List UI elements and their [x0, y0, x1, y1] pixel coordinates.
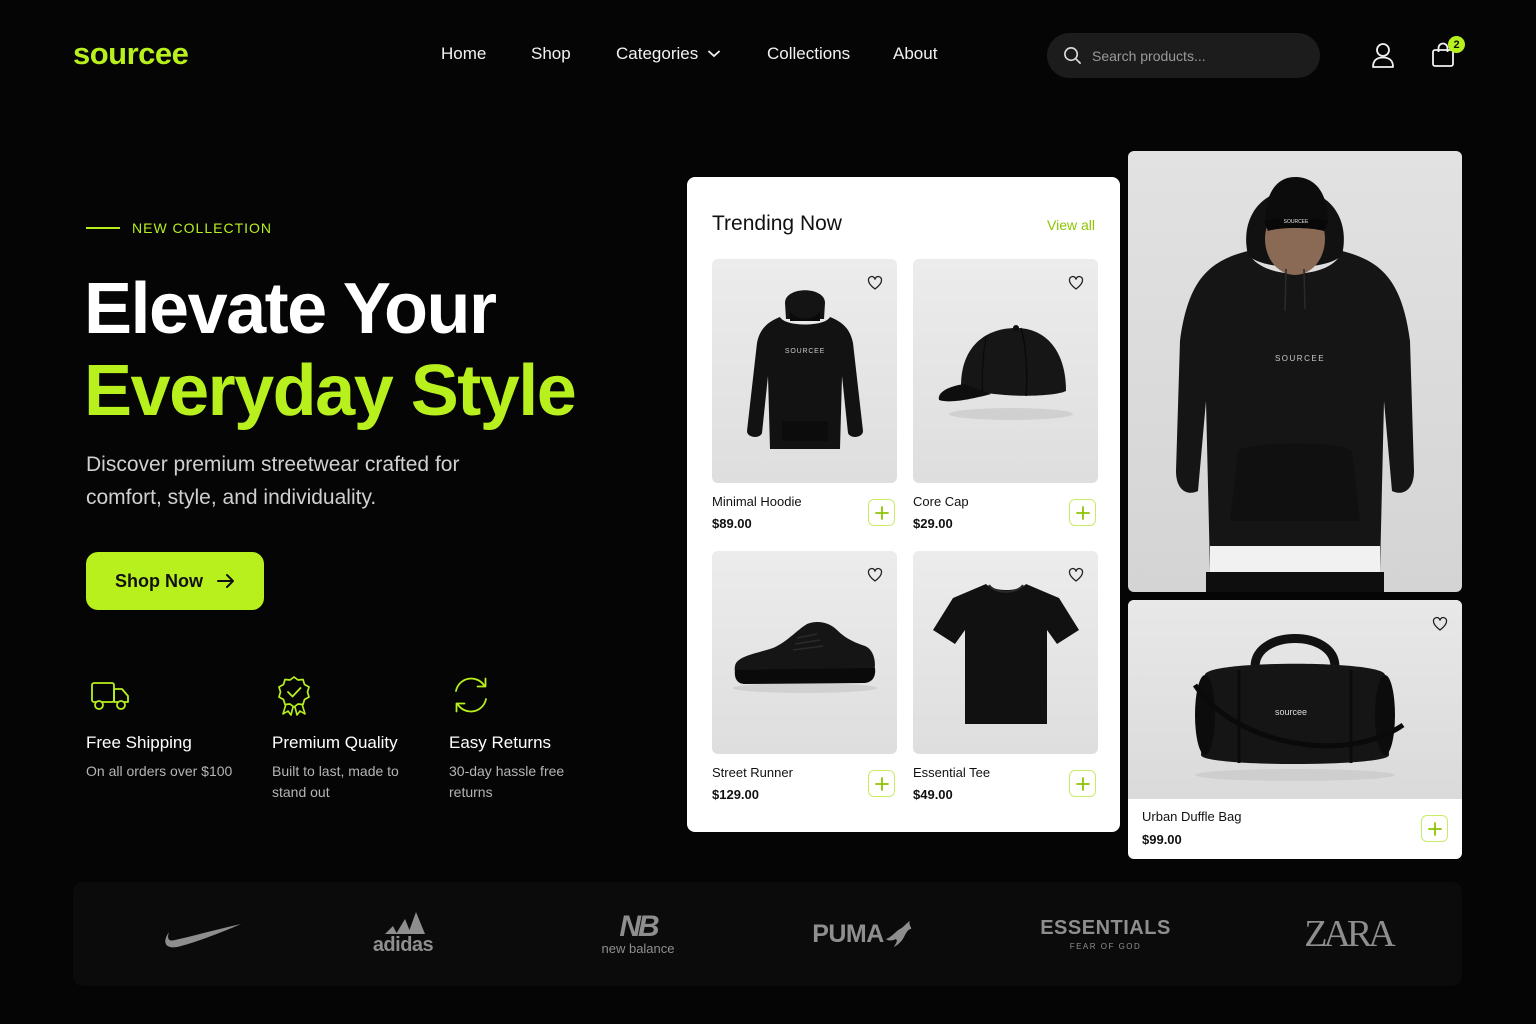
search-bar	[1047, 33, 1320, 78]
add-to-cart-button[interactable]	[868, 770, 895, 797]
heart-icon[interactable]	[867, 567, 883, 583]
cart-button[interactable]: 2	[1429, 36, 1465, 70]
brand-name: new balance	[601, 940, 675, 956]
product-image[interactable]: sourcee	[1128, 600, 1462, 799]
feature-desc: 30-day hassle free returns	[449, 763, 565, 800]
plus-icon	[1427, 821, 1442, 836]
nb-monogram-icon: NB	[619, 909, 659, 943]
arrow-right-icon	[217, 574, 234, 588]
product-card[interactable]: sourcee Urban Duffle Bag $99.00	[1128, 600, 1462, 859]
heart-icon[interactable]	[1068, 275, 1084, 291]
feature-title: Free Shipping	[86, 733, 192, 752]
add-to-cart-button[interactable]	[1421, 815, 1448, 842]
search-input[interactable]	[1092, 47, 1302, 64]
model-hoodie-print: SOURCEE	[1275, 354, 1325, 363]
brand-name: ESSENTIALS	[1040, 917, 1171, 939]
feature-quality: Premium Quality Built to last, made to s…	[272, 674, 422, 803]
product-name: Urban Duffle Bag	[1142, 809, 1242, 824]
nav-categories-label: Categories	[616, 44, 699, 63]
product-card[interactable]: Core Cap $29.00	[913, 259, 1098, 531]
product-card[interactable]: Street Runner $129.00	[712, 551, 897, 802]
plus-icon	[874, 505, 889, 520]
truck-icon	[91, 682, 129, 710]
eyebrow-text: NEW COLLECTION	[132, 220, 273, 236]
brand-logo-new-balance[interactable]: NB new balance	[563, 882, 713, 986]
trending-card: Trending Now View all SOURCEE Minimal Ho…	[687, 177, 1120, 832]
featured-model-image[interactable]: SOURCEE SOURCEE	[1128, 151, 1462, 592]
product-image[interactable]	[712, 551, 897, 754]
hero-eyebrow: NEW COLLECTION	[86, 220, 272, 236]
duffle-bag-image: sourcee	[1192, 633, 1405, 781]
logo[interactable]: sourcee	[73, 36, 189, 72]
cap-image	[938, 325, 1073, 420]
brand-strip: adidas NB new balance PUMA ESSENTIALS FE…	[73, 882, 1462, 986]
add-to-cart-button[interactable]	[868, 499, 895, 526]
nav-collections[interactable]: Collections	[767, 44, 850, 64]
heart-icon[interactable]	[1068, 567, 1084, 583]
brand-logo-adidas[interactable]: adidas	[348, 882, 458, 986]
eyebrow-line	[86, 227, 120, 229]
hero-title-line2: Everyday Style	[84, 351, 577, 431]
view-all-link[interactable]: View all	[1047, 217, 1095, 233]
shop-now-button[interactable]: Shop Now	[86, 552, 264, 610]
account-button[interactable]	[1369, 40, 1397, 70]
nav-shop[interactable]: Shop	[531, 44, 571, 64]
brand-logo-puma[interactable]: PUMA	[803, 882, 923, 986]
hero-title: Elevate Your Everyday Style	[84, 268, 577, 432]
plus-icon	[1075, 776, 1090, 791]
nav-about[interactable]: About	[893, 44, 937, 64]
add-to-cart-button[interactable]	[1069, 499, 1096, 526]
product-card[interactable]: SOURCEE Minimal Hoodie $89.00	[712, 259, 897, 531]
nike-swoosh-icon	[165, 924, 241, 948]
product-price: $99.00	[1142, 832, 1182, 847]
brand-logo-nike[interactable]	[133, 882, 273, 986]
chevron-down-icon	[708, 50, 721, 58]
user-icon	[1372, 43, 1394, 68]
hero-title-line1: Elevate Your	[84, 269, 497, 349]
feature-title: Easy Returns	[449, 733, 552, 752]
brand-logo-zara[interactable]: ZARA	[1293, 882, 1403, 986]
sneaker-image	[732, 621, 877, 693]
shop-now-label: Shop Now	[115, 570, 203, 591]
feature-desc: On all orders over $100	[86, 763, 233, 779]
tshirt-image	[932, 583, 1079, 724]
brand-name: PUMA	[812, 919, 884, 948]
search-icon	[1064, 47, 1081, 64]
adidas-stripes-icon	[385, 911, 425, 934]
puma-cat-icon	[885, 921, 911, 947]
product-image[interactable]: SOURCEE	[712, 259, 897, 483]
heart-icon[interactable]	[867, 275, 883, 291]
hoodie-image: SOURCEE	[746, 290, 863, 449]
brand-name: adidas	[372, 933, 434, 956]
add-to-cart-button[interactable]	[1069, 770, 1096, 797]
hoodie-print: SOURCEE	[784, 348, 824, 355]
refresh-icon	[455, 677, 487, 713]
feature-title: Premium Quality	[272, 733, 398, 752]
product-card[interactable]: Essential Tee $49.00	[913, 551, 1098, 802]
badge-check-icon	[278, 676, 310, 716]
heart-icon[interactable]	[1432, 616, 1448, 632]
nav-home[interactable]: Home	[441, 44, 486, 64]
product-image[interactable]	[913, 259, 1098, 483]
feature-desc: Built to last, made to stand out	[272, 763, 399, 800]
feature-returns: Easy Returns 30-day hassle free returns	[449, 674, 589, 803]
bag-print: sourcee	[1275, 707, 1307, 717]
trending-title: Trending Now	[712, 212, 842, 235]
cart-count-badge: 2	[1448, 36, 1465, 53]
plus-icon	[1075, 505, 1090, 520]
hero-subtitle: Discover premium streetwear crafted for …	[86, 453, 460, 509]
product-image[interactable]	[913, 551, 1098, 754]
brand-sub: FEAR OF GOD	[1069, 942, 1142, 951]
feature-shipping: Free Shipping On all orders over $100	[86, 674, 256, 782]
model-photo: SOURCEE SOURCEE	[1176, 177, 1414, 592]
nav-categories[interactable]: Categories	[616, 44, 721, 64]
model-cap-print: SOURCEE	[1284, 219, 1309, 225]
plus-icon	[874, 776, 889, 791]
brand-name: ZARA	[1304, 913, 1395, 955]
brand-logo-essentials[interactable]: ESSENTIALS FEAR OF GOD	[1033, 882, 1178, 986]
